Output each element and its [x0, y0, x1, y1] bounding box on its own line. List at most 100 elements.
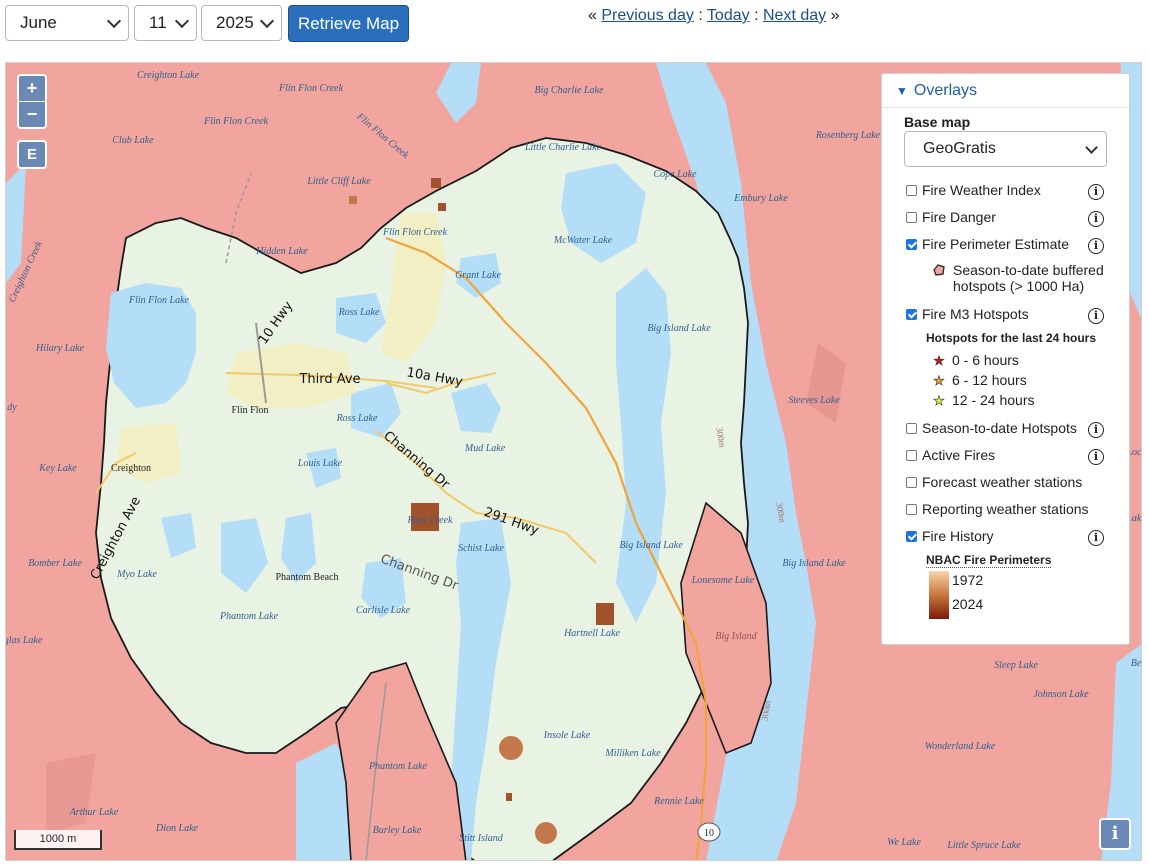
std-hotspots-checkbox[interactable] — [906, 423, 917, 434]
ramp-start-label: 1972 — [952, 572, 984, 588]
retrieve-map-button[interactable]: Retrieve Map — [288, 5, 409, 42]
star-icon: ★ — [933, 353, 945, 369]
active-fires-row[interactable]: Active Fires — [906, 447, 995, 463]
map-label: dy — [7, 402, 17, 413]
chevron-down-icon — [1085, 141, 1098, 154]
map-label: Wonderland Lake — [925, 741, 996, 752]
overlays-panel: ▼ Overlays Base map GeoGratis Fire Weathe… — [881, 73, 1130, 645]
map-label: Louis Lake — [297, 458, 343, 469]
map-label: Carlisle Lake — [356, 605, 411, 616]
map-label: Milliken Lake — [604, 748, 661, 759]
nav-prefix: « — [588, 7, 597, 24]
info-icon[interactable]: i — [1088, 308, 1104, 324]
year-select[interactable]: 2025 — [201, 5, 282, 41]
previous-day-link[interactable]: Previous day — [601, 7, 694, 24]
info-icon[interactable]: i — [1088, 422, 1104, 438]
info-icon[interactable]: i — [1088, 238, 1104, 254]
extent-button[interactable]: E — [17, 140, 47, 169]
map-label: Big Charlie Lake — [535, 85, 604, 96]
fire-weather-index-row[interactable]: Fire Weather Index — [906, 182, 1041, 198]
base-map-value: GeoGratis — [923, 140, 996, 157]
month-select[interactable]: June — [5, 5, 129, 41]
reporting-stations-label: Reporting weather stations — [922, 501, 1089, 517]
chevron-down-icon — [174, 13, 190, 29]
perimeter-legend-line1: Season-to-date buffered — [953, 262, 1104, 278]
fire-danger-label: Fire Danger — [922, 209, 996, 225]
map-label: Rennie Lake — [653, 796, 704, 807]
hotspot-label: 0 - 6 hours — [952, 352, 1019, 368]
year-value: 2025 — [216, 13, 254, 32]
scale-bar: 1000 m — [14, 830, 102, 850]
today-link[interactable]: Today — [707, 7, 750, 24]
m3-hotspots-row[interactable]: Fire M3 Hotspots — [906, 306, 1029, 322]
base-map-label: Base map — [904, 114, 971, 130]
nbac-heading[interactable]: NBAC Fire Perimeters — [926, 553, 1052, 568]
map-label: Big Island Lake — [782, 558, 846, 569]
fire-danger-row[interactable]: Fire Danger — [906, 209, 996, 225]
map-label: Myo Lake — [116, 569, 157, 580]
info-button[interactable]: i — [1099, 818, 1131, 850]
info-icon[interactable]: i — [1088, 530, 1104, 546]
map-label: Lonesome Lake — [691, 575, 755, 586]
fire-history-row[interactable]: Fire History — [906, 528, 994, 544]
zoom-out-button[interactable]: − — [19, 101, 45, 127]
overlays-header[interactable]: ▼ Overlays — [882, 74, 1129, 108]
map-label: Little Cliff Lake — [306, 176, 371, 187]
fire-history-patch — [596, 603, 614, 625]
map-label: Big Island Lake — [647, 323, 711, 334]
reporting-stations-checkbox[interactable] — [906, 504, 917, 515]
shield-label: 10 — [704, 828, 714, 839]
fire-history-patch — [438, 203, 446, 211]
nav-separator: : — [698, 7, 703, 24]
map-label: Sleep Lake — [994, 660, 1038, 671]
forecast-stations-row[interactable]: Forecast weather stations — [906, 474, 1082, 490]
map-label: ouglas Lake — [6, 635, 43, 646]
reporting-stations-row[interactable]: Reporting weather stations — [906, 501, 1089, 517]
map-label: We Lake — [887, 837, 921, 848]
map-label: Embury Lake — [733, 193, 788, 204]
hotspot-label: 12 - 24 hours — [952, 392, 1035, 408]
map-label: Ross Lake — [338, 307, 380, 318]
map-label: Ross Lake — [336, 413, 378, 424]
map-label: Mud Lake — [464, 443, 506, 454]
base-map-select[interactable]: GeoGratis — [904, 131, 1107, 167]
fire-weather-index-label: Fire Weather Index — [922, 182, 1041, 198]
day-navigation: « Previous day : Today : Next day » — [588, 7, 839, 25]
fire-perimeter-checkbox[interactable] — [906, 239, 917, 250]
fire-perimeter-row[interactable]: Fire Perimeter Estimate — [906, 236, 1069, 252]
map-label: Steeves Lake — [788, 395, 840, 406]
triangle-down-icon: ▼ — [896, 84, 908, 98]
map-label: Hidden Lake — [255, 246, 308, 257]
info-icon[interactable]: i — [1088, 211, 1104, 227]
map-label: Phantom Lake — [219, 611, 279, 622]
active-fires-checkbox[interactable] — [906, 450, 917, 461]
map-label: Flin Flon Lake — [128, 295, 190, 306]
map-label: Big Island — [715, 631, 757, 642]
perimeter-legend-icon — [933, 264, 945, 276]
map-label: Dion Lake — [155, 823, 199, 834]
forecast-stations-checkbox[interactable] — [906, 477, 917, 488]
perimeter-legend-line2: hotspots (> 1000 Ha) — [953, 278, 1085, 294]
hotspot-label: 6 - 12 hours — [952, 372, 1027, 388]
map-label: Club Lake — [112, 135, 154, 146]
map-label: Johnson Lake — [1033, 689, 1089, 700]
road-label: Third Ave — [298, 372, 360, 387]
m3-hotspots-checkbox[interactable] — [906, 309, 917, 320]
hotspot-legend-0-6: ★ 0 - 6 hours — [932, 352, 1019, 369]
fire-history-patch — [506, 793, 512, 801]
zoom-in-button[interactable]: + — [19, 76, 45, 101]
m3-hotspots-label: Fire M3 Hotspots — [922, 306, 1029, 322]
info-icon[interactable]: i — [1088, 449, 1104, 465]
star-icon: ★ — [933, 393, 945, 409]
fire-history-color-ramp — [929, 571, 949, 619]
info-icon[interactable]: i — [1088, 184, 1104, 200]
fire-history-checkbox[interactable] — [906, 531, 917, 542]
map-label: Hilary Lake — [35, 343, 85, 354]
day-select[interactable]: 11 — [134, 5, 197, 41]
fire-danger-checkbox[interactable] — [906, 212, 917, 223]
map-label: Creighton Lake — [137, 70, 200, 81]
next-day-link[interactable]: Next day — [763, 7, 826, 24]
fire-weather-index-checkbox[interactable] — [906, 185, 917, 196]
map-label: Hartnell Lake — [563, 628, 620, 639]
std-hotspots-row[interactable]: Season-to-date Hotspots — [906, 420, 1077, 436]
